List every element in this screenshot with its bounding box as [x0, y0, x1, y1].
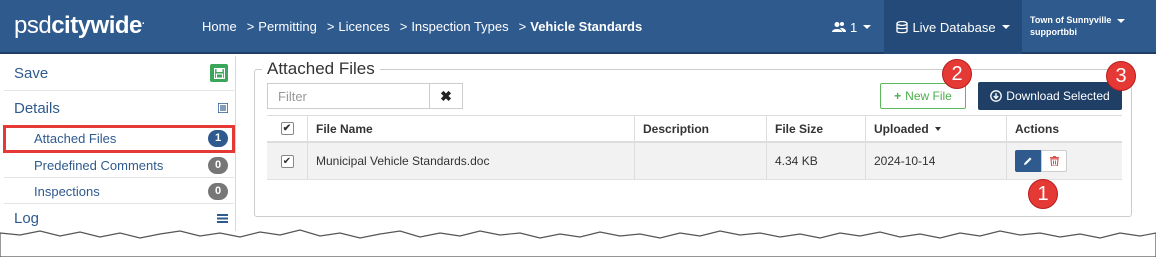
logo-mark: . — [141, 16, 145, 27]
database-dropdown[interactable]: Live Database — [884, 0, 1022, 54]
breadcrumb-separator: > — [326, 18, 335, 34]
sidebar-item-label: Details — [14, 99, 60, 117]
plus-icon: + — [894, 89, 902, 103]
new-file-label: New File — [905, 89, 952, 103]
callout-badge-2: 2 — [942, 59, 972, 89]
sort-desc-icon — [934, 126, 941, 131]
predefined-comments-count-badge: 0 — [208, 156, 228, 174]
list-icon — [217, 100, 229, 117]
select-all-checkbox[interactable]: ✔ — [280, 122, 294, 135]
sidebar-item-label: Predefined Comments — [34, 157, 164, 173]
users-icon — [832, 22, 846, 32]
database-label: Live Database — [912, 19, 996, 35]
actions-cell — [1007, 143, 1122, 179]
file-name-cell: Municipal Vehicle Standards.doc — [308, 143, 635, 179]
save-icon — [210, 64, 228, 82]
clear-filter-button[interactable]: ✖ — [429, 83, 463, 109]
callout-badge-3: 3 — [1106, 61, 1136, 91]
row-checkbox[interactable]: ✔ — [280, 154, 294, 168]
row-select-cell: ✔ — [267, 143, 308, 179]
column-header-actions: Actions — [1015, 121, 1060, 136]
chevron-down-icon — [863, 25, 872, 29]
chevron-down-icon — [1117, 18, 1126, 23]
column-header-file-name[interactable]: File Name — [308, 116, 635, 141]
breadcrumb-licences[interactable]: Licences — [338, 19, 389, 34]
account-menu[interactable]: Town of Sunnyville supportbbi — [1030, 14, 1126, 38]
users-count: 1 — [850, 19, 858, 35]
edit-button[interactable] — [1015, 150, 1041, 172]
app-logo[interactable]: psdcitywide. — [14, 12, 184, 40]
download-selected-button[interactable]: Download Selected — [978, 82, 1122, 110]
sidebar: Save Details Attached Files 1 Predefined… — [3, 56, 235, 236]
uploaded-cell: 2024-10-14 — [866, 143, 1007, 179]
column-header-uploaded-label: Uploaded — [874, 121, 929, 136]
attached-files-count-badge: 1 — [208, 130, 228, 147]
file-size-cell: 4.34 KB — [767, 143, 866, 179]
logo-text-a: psd — [14, 12, 52, 39]
username: supportbbi — [1030, 27, 1077, 37]
torn-edge — [0, 229, 1156, 257]
delete-button[interactable] — [1041, 150, 1067, 172]
sidebar-item-save[interactable]: Save — [4, 56, 234, 91]
sidebar-item-predefined-comments[interactable]: Predefined Comments 0 — [4, 153, 234, 178]
breadcrumb: Home > Permitting > Licences > Inspectio… — [202, 19, 652, 34]
column-header-file-size[interactable]: File Size — [767, 116, 866, 141]
files-table: ✔ File Name Description File Size Upload… — [267, 115, 1122, 180]
breadcrumb-separator: > — [399, 18, 408, 34]
close-icon: ✖ — [440, 87, 452, 104]
sidebar-item-label: Inspections — [34, 183, 100, 199]
sidebar-item-inspections[interactable]: Inspections 0 — [4, 179, 234, 204]
sidebar-item-details[interactable]: Details — [4, 92, 234, 124]
sidebar-item-label: Save — [14, 64, 49, 82]
filter-input[interactable]: Filter — [267, 83, 430, 109]
breadcrumb-separator: > — [518, 18, 527, 34]
users-online-dropdown[interactable]: 1 — [832, 0, 872, 54]
breadcrumb-current: Vehicle Standards — [530, 18, 643, 34]
breadcrumb-home[interactable]: Home — [202, 19, 237, 34]
breadcrumb-permitting[interactable]: Permitting — [258, 19, 317, 34]
breadcrumb-inspection-types[interactable]: Inspection Types — [411, 19, 508, 34]
column-header-description[interactable]: Description — [635, 116, 767, 141]
page-title: Attached Files — [262, 59, 380, 79]
logo-text-b: citywide — [51, 12, 142, 39]
filter-placeholder: Filter — [278, 88, 307, 104]
table-header: ✔ File Name Description File Size Upload… — [267, 115, 1122, 143]
pencil-icon — [1024, 157, 1032, 165]
table-row[interactable]: ✔ Municipal Vehicle Standards.doc 4.34 K… — [267, 143, 1122, 180]
sidebar-item-attached-files[interactable]: Attached Files 1 — [3, 125, 235, 153]
database-icon — [896, 20, 909, 33]
inspections-count-badge: 0 — [208, 182, 228, 200]
description-cell — [635, 143, 767, 179]
select-all-cell: ✔ — [267, 116, 308, 141]
callout-badge-1: 1 — [1028, 179, 1058, 209]
sidebar-divider — [235, 56, 236, 231]
download-icon — [990, 90, 1003, 102]
chevron-down-icon — [1001, 25, 1010, 29]
breadcrumb-separator: > — [246, 18, 255, 34]
column-header-uploaded[interactable]: Uploaded — [866, 116, 1007, 141]
sidebar-item-label: Attached Files — [34, 131, 117, 146]
town-name: Town of Sunnyville — [1030, 15, 1112, 25]
download-label: Download Selected — [1006, 89, 1110, 103]
trash-icon — [1049, 156, 1059, 166]
